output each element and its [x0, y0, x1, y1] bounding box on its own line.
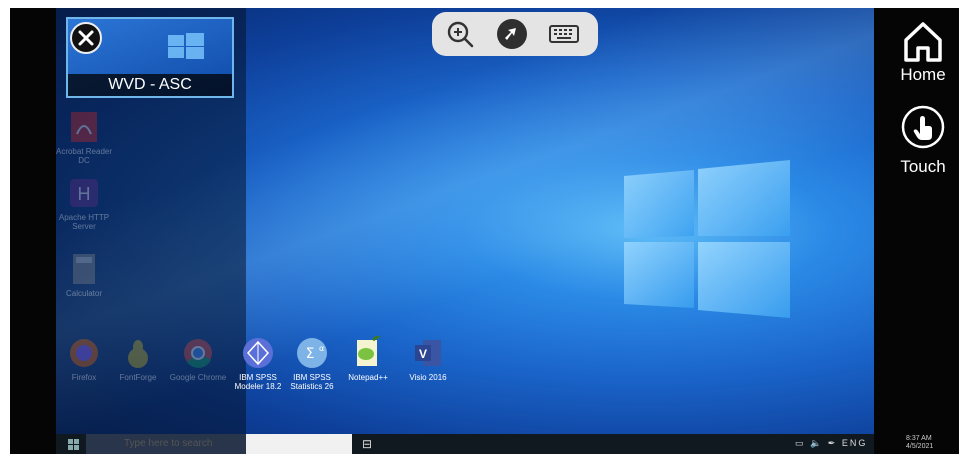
- pdf-icon: [67, 110, 101, 144]
- desktop-icon-firefox[interactable]: Firefox: [54, 336, 114, 382]
- chrome-icon: [181, 336, 215, 370]
- svg-text:α: α: [319, 344, 324, 353]
- icon-label: FontForge: [119, 373, 157, 382]
- close-session-button[interactable]: [70, 22, 102, 54]
- search-placeholder: Type here to search: [124, 438, 213, 449]
- pen-icon[interactable]: ✒: [828, 438, 838, 448]
- volume-icon[interactable]: 🔈: [810, 438, 823, 448]
- home-icon: [904, 22, 942, 62]
- keyboard-icon[interactable]: [548, 18, 580, 50]
- pear-icon: [121, 336, 155, 370]
- icon-label: Calculator: [65, 289, 102, 298]
- svg-text:V: V: [419, 347, 427, 361]
- svg-text:Σ: Σ: [306, 346, 315, 362]
- icon-label: Notepad++: [348, 373, 388, 382]
- spss-modeler-icon: [241, 336, 275, 370]
- desktop-icon-fontforge[interactable]: FontForge: [108, 336, 168, 382]
- desktop-icon-spss-modeler[interactable]: IBM SPSS Modeler 18.2: [228, 336, 288, 391]
- thumbnail-windows-logo: [168, 33, 204, 59]
- desktop-icon-calculator[interactable]: Calculator: [54, 252, 114, 298]
- icon-label: Acrobat Reader DC: [55, 147, 113, 165]
- touch-icon: [901, 105, 945, 149]
- network-icon[interactable]: ▭: [795, 438, 806, 448]
- app-icon: H: [67, 176, 101, 210]
- icon-label: Apache HTTP Server: [58, 213, 110, 231]
- system-tray[interactable]: ▭ 🔈 ✒ ENG: [795, 438, 867, 449]
- session-name: WVD - ASC: [68, 74, 232, 96]
- remote-desktop-viewer: Acrobat Reader DC H Apache HTTP Server C…: [0, 0, 959, 458]
- desktop-icon-visio[interactable]: V Visio 2016: [398, 336, 458, 382]
- touch-label: Touch: [900, 157, 946, 176]
- icon-label: IBM SPSS Modeler 18.2: [234, 373, 282, 391]
- task-view-icon[interactable]: ⊟: [362, 437, 372, 451]
- icon-label: Firefox: [71, 373, 97, 382]
- remote-connection-icon[interactable]: [496, 18, 528, 50]
- clock-date: 4/5/2021: [906, 443, 934, 450]
- svg-text:H: H: [78, 184, 91, 204]
- notepad-icon: [351, 332, 385, 370]
- icon-label: IBM SPSS Statistics 26: [290, 373, 334, 391]
- firefox-icon: [67, 336, 101, 370]
- desktop-icon-apache[interactable]: H Apache HTTP Server: [54, 176, 114, 231]
- spss-statistics-icon: Σα: [295, 336, 329, 370]
- close-icon: [78, 30, 94, 46]
- zoom-icon[interactable]: [444, 18, 476, 50]
- desktop-icon-notepadpp[interactable]: Notepad++: [338, 332, 398, 382]
- calculator-icon: [67, 252, 101, 286]
- language-indicator[interactable]: ENG: [842, 438, 868, 448]
- desktop-icon-acrobat[interactable]: Acrobat Reader DC: [54, 110, 114, 165]
- desktop-icon-spss-statistics[interactable]: Σα IBM SPSS Statistics 26: [282, 336, 342, 391]
- icon-label: Visio 2016: [409, 373, 447, 382]
- home-label: Home: [900, 65, 946, 84]
- windows-logo-wallpaper: [624, 160, 790, 318]
- touch-button[interactable]: Touch: [890, 104, 956, 177]
- visio-icon: V: [411, 336, 445, 370]
- session-toolbar: [432, 12, 598, 56]
- left-letterbox: [10, 8, 56, 454]
- icon-label: Google Chrome: [169, 373, 227, 382]
- home-button[interactable]: Home: [890, 18, 956, 85]
- clock-time: 8:37 AM: [906, 435, 932, 442]
- taskbar-clock[interactable]: 8:37 AM 4/5/2021: [906, 435, 933, 451]
- desktop-icon-chrome[interactable]: Google Chrome: [168, 336, 228, 382]
- start-icon[interactable]: [68, 439, 80, 451]
